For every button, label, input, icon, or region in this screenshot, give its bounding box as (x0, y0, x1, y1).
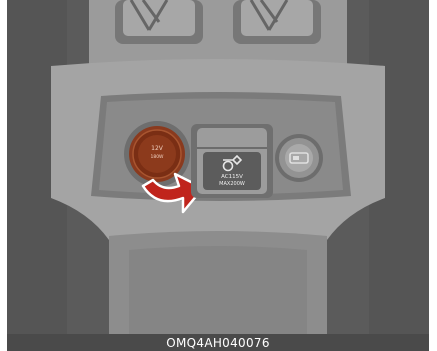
inverter-label-line2: MAX200W (219, 181, 245, 187)
inverter-outlet: AC115V MAX200W (191, 124, 273, 198)
left-air-vent-icon (115, 0, 203, 44)
socket-12v-label-line1: 12V (151, 145, 164, 152)
right-air-vent-icon (233, 0, 321, 44)
caption-bar: OMQ4AH040076 (7, 334, 429, 351)
figure-code: OMQ4AH040076 (166, 335, 270, 350)
inverter-label-line1: AC115V (221, 174, 243, 180)
figure-frame: 12V 180W AC115V MAX200W OMQ4AH040076 (7, 0, 429, 351)
socket-12v-label-line2: 180W (150, 154, 164, 160)
usb-port (275, 134, 323, 182)
center-console-illustration: 12V 180W AC115V MAX200W (7, 0, 429, 334)
